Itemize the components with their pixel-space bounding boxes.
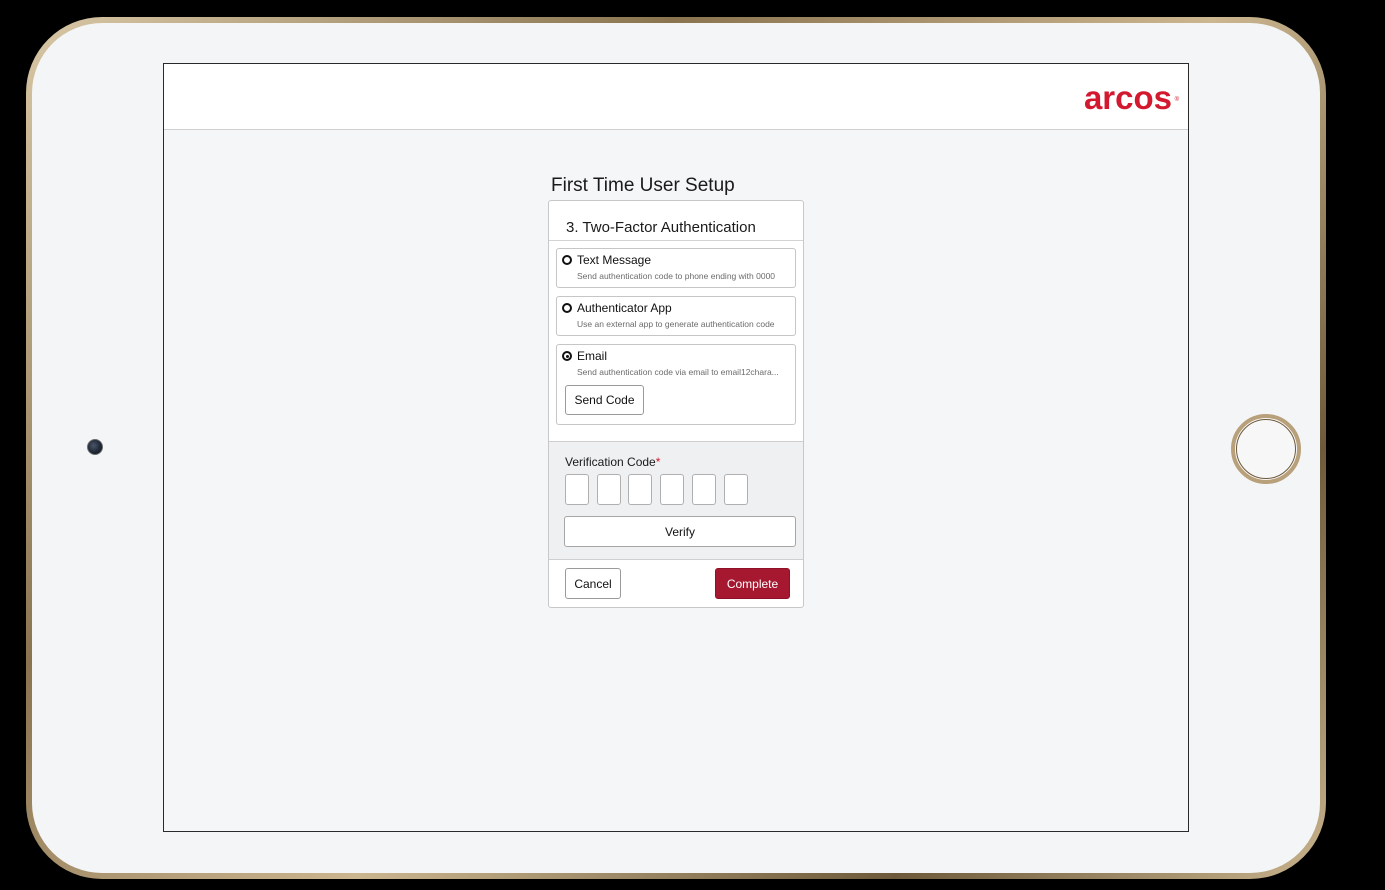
radio-unselected-icon[interactable]	[562, 255, 572, 265]
option-label: Authenticator App	[577, 301, 672, 315]
cancel-button[interactable]: Cancel	[565, 568, 621, 599]
registered-mark: ®	[1174, 97, 1179, 103]
divider	[549, 240, 803, 241]
radio-selected-icon[interactable]	[562, 351, 572, 361]
option-label: Email	[577, 349, 608, 363]
page-title: First Time User Setup	[551, 175, 735, 196]
verification-code-label-text: Verification Code	[565, 455, 656, 469]
complete-button[interactable]: Complete	[715, 568, 790, 599]
arcos-logo: arcos ®	[1083, 79, 1179, 116]
option-label: Text Message	[577, 253, 652, 267]
option-authenticator-app[interactable]: Authenticator App Use an external app to…	[556, 296, 796, 336]
radio-unselected-icon[interactable]	[562, 303, 572, 313]
app-header: arcos ®	[164, 64, 1188, 130]
code-digit-4[interactable]	[660, 474, 684, 505]
step-title: 3. Two-Factor Authentication	[566, 219, 756, 236]
app-screen: arcos ® First Time User Setup 3. Two-Fac…	[163, 63, 1189, 832]
verification-code-label: Verification Code*	[565, 455, 660, 469]
option-description: Use an external app to generate authenti…	[577, 319, 775, 329]
two-factor-card: 3. Two-Factor Authentication Text Messag…	[548, 200, 804, 608]
verify-button[interactable]: Verify	[564, 516, 796, 547]
code-digit-5[interactable]	[692, 474, 716, 505]
home-button[interactable]	[1231, 414, 1301, 484]
option-email[interactable]: Email Send authentication code via email…	[556, 344, 796, 425]
camera-icon	[87, 439, 103, 455]
verification-section: Verification Code* Verify	[549, 441, 803, 560]
logo-text: arcos	[1083, 79, 1172, 116]
send-code-button[interactable]: Send Code	[565, 385, 644, 415]
option-text-message[interactable]: Text Message Send authentication code to…	[556, 248, 796, 288]
code-digit-6[interactable]	[724, 474, 748, 505]
required-marker: *	[655, 455, 661, 469]
code-digit-1[interactable]	[565, 474, 589, 505]
code-digit-2[interactable]	[597, 474, 621, 505]
option-description: Send authentication code via email to em…	[577, 367, 779, 377]
option-description: Send authentication code to phone ending…	[577, 271, 776, 281]
code-digit-3[interactable]	[628, 474, 652, 505]
